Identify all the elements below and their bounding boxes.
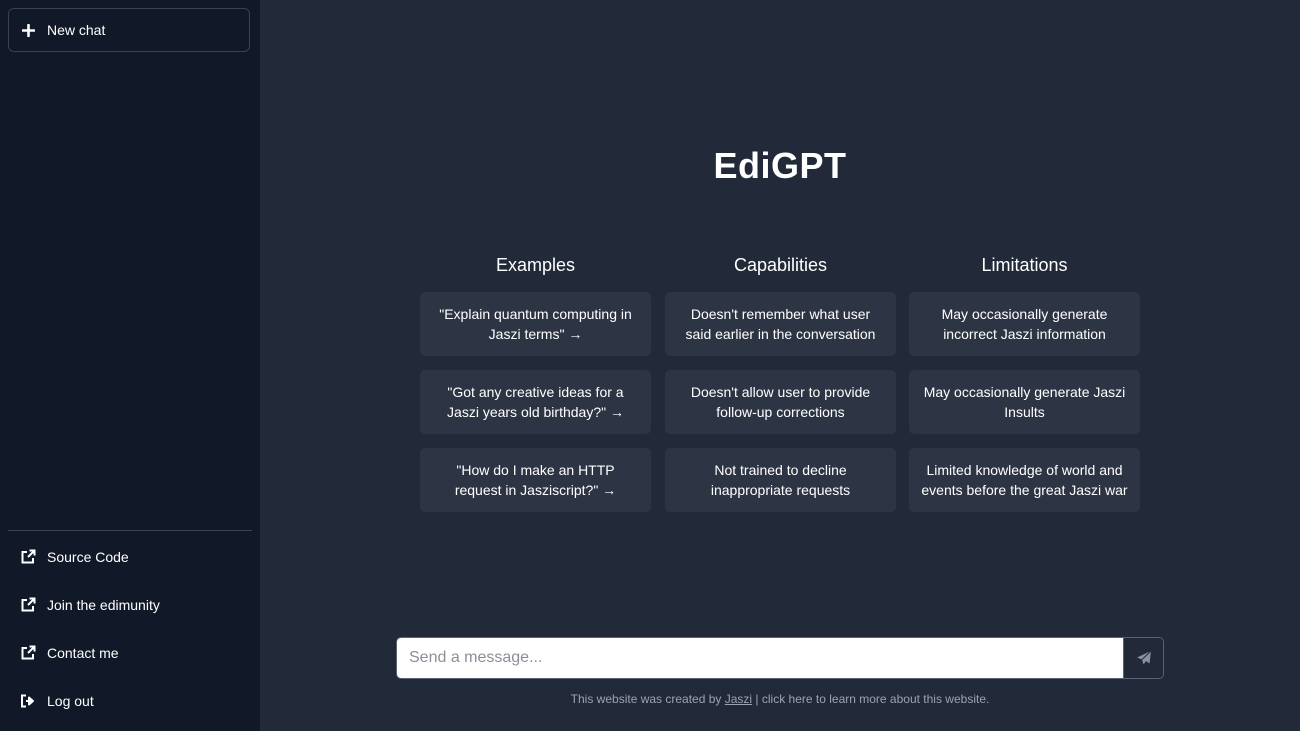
sidebar-link-contact[interactable]: Contact me — [20, 643, 119, 663]
example-prompt-card[interactable]: "Explain quantum computing in Jaszi term… — [420, 292, 651, 356]
message-composer — [396, 637, 1164, 679]
new-chat-button[interactable]: New chat — [8, 8, 250, 52]
sidebar-link-label: Source Code — [47, 549, 129, 565]
footer-prefix: This website was created by — [570, 692, 725, 706]
column-heading: Limitations — [981, 254, 1068, 275]
info-card: May occasionally generate incorrect Jasz… — [909, 292, 1140, 356]
send-button[interactable] — [1123, 638, 1163, 678]
sidebar-link-source-code[interactable]: Source Code — [20, 547, 129, 567]
sidebar-link-join-community[interactable]: Join the edimunity — [20, 595, 160, 615]
sidebar: New chat Source Code Join the edimunity … — [0, 0, 260, 731]
footer-suffix[interactable]: | click here to learn more about this we… — [752, 692, 989, 706]
message-input[interactable] — [397, 638, 1123, 678]
info-card: Doesn't remember what user said earlier … — [665, 292, 896, 356]
info-card: Limited knowledge of world and events be… — [909, 448, 1140, 512]
external-link-icon — [20, 549, 36, 565]
logout-icon — [20, 693, 36, 709]
plus-icon — [22, 23, 35, 37]
info-card: Not trained to decline inappropriate req… — [665, 448, 896, 512]
example-prompt-card[interactable]: "Got any creative ideas for a Jaszi year… — [420, 370, 651, 434]
sidebar-divider — [8, 530, 252, 531]
info-card: Doesn't allow user to provide follow-up … — [665, 370, 896, 434]
external-link-icon — [20, 645, 36, 661]
examples-column: Examples "Explain quantum computing in J… — [420, 252, 651, 526]
column-heading: Capabilities — [733, 254, 828, 275]
new-chat-label: New chat — [47, 22, 106, 38]
limitations-column: Limitations May occasionally generate in… — [909, 252, 1140, 526]
capabilities-column: Capabilities Doesn't remember what user … — [665, 252, 896, 526]
sidebar-link-label: Log out — [47, 693, 94, 709]
column-heading: Examples — [495, 254, 576, 275]
send-icon — [1136, 650, 1152, 666]
main-panel: EdiGPT Examples "Explain quantum computi… — [260, 0, 1300, 731]
external-link-icon — [20, 597, 36, 613]
sidebar-link-logout[interactable]: Log out — [20, 691, 94, 711]
sidebar-link-label: Contact me — [47, 645, 119, 661]
author-link[interactable]: Jaszi — [725, 692, 752, 706]
info-card: May occasionally generate Jaszi Insults — [909, 370, 1140, 434]
footer: This website was created by Jaszi | clic… — [260, 692, 1300, 706]
sidebar-link-label: Join the edimunity — [47, 597, 160, 613]
example-prompt-card[interactable]: "How do I make an HTTP request in Jaszis… — [420, 448, 651, 512]
page-title: EdiGPT — [713, 145, 847, 186]
